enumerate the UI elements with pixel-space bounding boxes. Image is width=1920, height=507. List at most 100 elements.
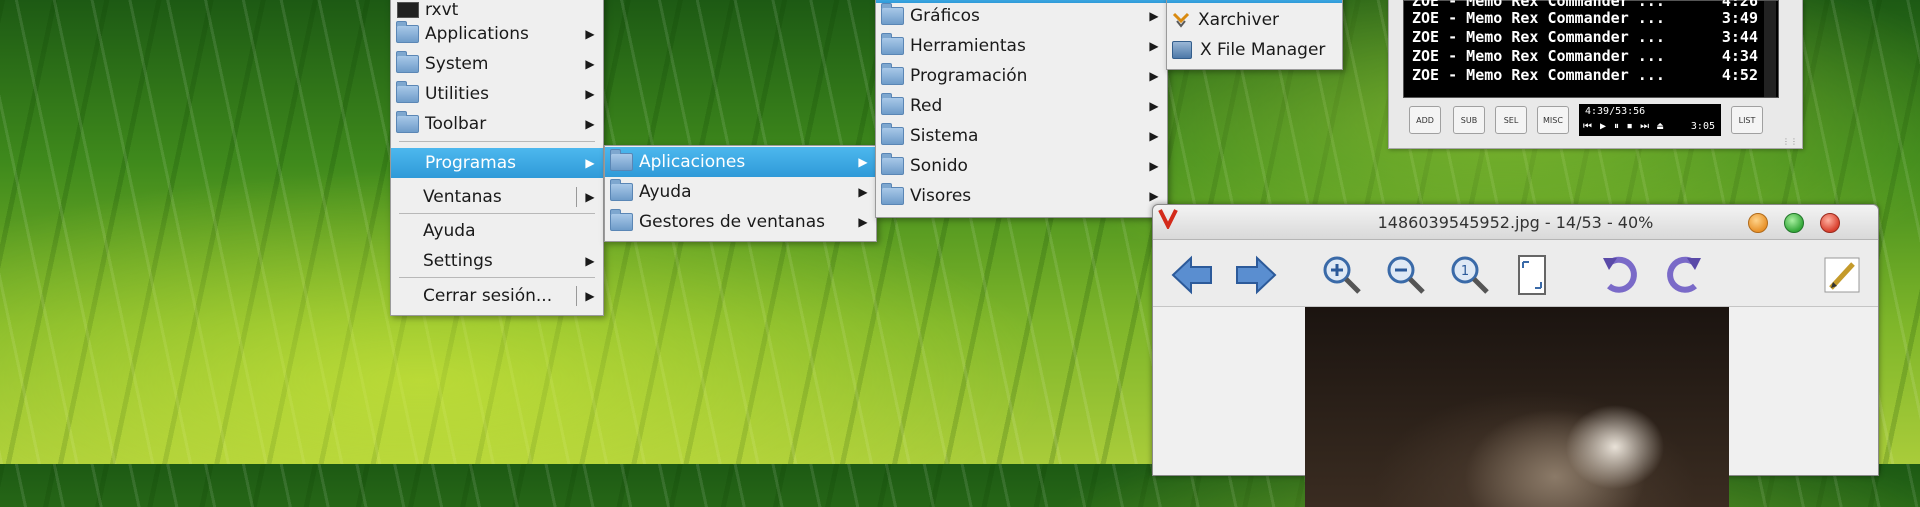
menu-item-settings[interactable]: Settings ▶ <box>391 246 603 276</box>
menu-item-label: Applications <box>425 24 529 44</box>
track-title: ZOE - Memo Rex Commander ... <box>1412 47 1665 65</box>
add-button[interactable]: ADD <box>1409 106 1441 134</box>
list-button[interactable]: LIST <box>1731 106 1763 134</box>
transport-controls[interactable]: ⏮ ▶ ⏸ ⏹ ⏭ ⏏ <box>1583 121 1664 132</box>
menu-item-ayuda-sub[interactable]: Ayuda ▶ <box>605 177 876 207</box>
audio-player: ZOE - Memo Rex Commander ... 4:26 ZOE - M… <box>1388 0 1803 149</box>
menu-item-red[interactable]: Red ▶ <box>876 91 1167 121</box>
zoom-in-icon[interactable] <box>1319 252 1365 298</box>
menu-separator <box>576 187 577 207</box>
root-menu: rxvt Applications ▶ System ▶ Utilities ▶… <box>390 0 604 316</box>
submenu-arrow-icon: ▶ <box>585 27 595 41</box>
folder-icon <box>610 209 633 231</box>
menu-item-label: Sonido <box>910 156 968 176</box>
menu-item-programas[interactable]: Programas ▶ <box>391 148 603 178</box>
sel-button[interactable]: SEL <box>1495 106 1527 134</box>
rotate-right-icon[interactable] <box>1661 252 1707 298</box>
menu-item-hidden-top[interactable] <box>1167 0 1342 3</box>
menu-item-gestores[interactable]: Gestores de ventanas ▶ <box>605 207 876 237</box>
menu-item-visores[interactable]: Visores ▶ <box>876 181 1167 211</box>
menu-item-aplicaciones[interactable]: Aplicaciones ▶ <box>605 147 876 177</box>
sub-button[interactable]: SUB <box>1453 106 1485 134</box>
menu-item-label: Sistema <box>910 126 979 146</box>
menu-item-label: System <box>425 54 489 74</box>
menu-item-label: Toolbar <box>425 114 487 134</box>
track-duration: 3:49 <box>1721 9 1758 27</box>
zoom-original-icon[interactable]: 1 <box>1447 252 1493 298</box>
menu-item-ayuda[interactable]: Ayuda <box>391 216 603 246</box>
playlist: ZOE - Memo Rex Commander ... 4:26 ZOE - M… <box>1403 0 1779 98</box>
menu-item-graficos[interactable]: Gráficos ▶ <box>876 1 1167 31</box>
maximize-button[interactable] <box>1784 213 1804 233</box>
menu-separator <box>576 286 577 306</box>
track-duration: 3:44 <box>1721 28 1758 46</box>
folder-icon <box>610 149 633 171</box>
menu-item-sistema[interactable]: Sistema ▶ <box>876 121 1167 151</box>
image-canvas[interactable] <box>1153 307 1878 507</box>
menu-item-x-file-manager[interactable]: X File Manager <box>1167 35 1342 65</box>
menu-item-ventanas[interactable]: Ventanas ▶ <box>391 182 603 212</box>
rotate-left-icon[interactable] <box>1597 252 1643 298</box>
track-duration: 4:34 <box>1721 47 1758 65</box>
submenu-arrow-icon: ▶ <box>858 215 868 229</box>
displayed-photo <box>1305 307 1729 507</box>
submenu-arrow-icon: ▶ <box>585 156 595 170</box>
zoom-out-icon[interactable] <box>1383 252 1429 298</box>
menu-item-label: Programación <box>910 66 1028 86</box>
edit-pen-icon[interactable] <box>1819 252 1865 298</box>
folder-icon <box>396 21 419 43</box>
menu-divider <box>399 277 595 278</box>
menu-item-xarchiver[interactable]: Xarchiver <box>1167 5 1342 35</box>
menu-item-label: Cerrar sesión... <box>423 286 553 306</box>
menu-item-applications[interactable]: Applications ▶ <box>391 19 603 49</box>
menu-item-toolbar[interactable]: Toolbar ▶ <box>391 109 603 139</box>
menu-item-label: Ayuda <box>639 182 692 202</box>
submenu-arrow-icon: ▶ <box>1149 189 1159 203</box>
forward-arrow-icon[interactable] <box>1233 252 1279 298</box>
aplicaciones-submenu: Gráficos ▶ Herramientas ▶ Programación ▶… <box>875 0 1168 218</box>
menu-item-label: X File Manager <box>1200 40 1326 60</box>
submenu-arrow-icon: ▶ <box>858 185 868 199</box>
current-time: 3:05 <box>1690 121 1715 132</box>
playlist-row[interactable]: ZOE - Memo Rex Commander ... 4:52 <box>1412 66 1758 85</box>
submenu-arrow-icon: ▶ <box>1149 159 1159 173</box>
menu-item-programacion[interactable]: Programación ▶ <box>876 61 1167 91</box>
playlist-row[interactable]: ZOE - Memo Rex Commander ... 3:49 <box>1412 9 1758 28</box>
back-arrow-icon[interactable] <box>1169 252 1215 298</box>
close-button[interactable] <box>1820 213 1840 233</box>
menu-item-herramientas[interactable]: Herramientas ▶ <box>876 31 1167 61</box>
menu-item-sonido[interactable]: Sonido ▶ <box>876 151 1167 181</box>
menu-item-label: Visores <box>910 186 972 206</box>
folder-icon <box>881 3 904 25</box>
menu-item-system[interactable]: System ▶ <box>391 49 603 79</box>
resize-grip-icon[interactable]: ⋮⋮ <box>1782 137 1798 146</box>
menu-item-label: Aplicaciones <box>639 152 746 172</box>
playlist-scrollbar[interactable] <box>1764 1 1776 97</box>
submenu-arrow-icon: ▶ <box>585 57 595 71</box>
submenu-arrow-icon: ▶ <box>1149 129 1159 143</box>
submenu-arrow-icon: ▶ <box>585 190 595 204</box>
svg-text:1: 1 <box>1461 264 1469 279</box>
track-title: ZOE - Memo Rex Commander ... <box>1412 66 1665 84</box>
minimize-button[interactable] <box>1748 213 1768 233</box>
window-titlebar[interactable]: 1486039545952.jpg - 14/53 - 40% <box>1153 205 1878 240</box>
menu-item-label: Programas <box>425 153 517 173</box>
menu-item-label: Ventanas <box>423 187 502 207</box>
submenu-arrow-icon: ▶ <box>1149 9 1159 23</box>
playlist-row[interactable]: ZOE - Memo Rex Commander ... 3:44 <box>1412 28 1758 47</box>
menu-item-cerrar-sesion[interactable]: Cerrar sesión... ▶ <box>391 281 603 311</box>
folder-icon <box>610 179 633 201</box>
menu-item-label: Gestores de ventanas <box>639 212 825 232</box>
playlist-row[interactable]: ZOE - Memo Rex Commander ... 4:34 <box>1412 47 1758 66</box>
file-manager-icon <box>1172 41 1192 59</box>
submenu-arrow-icon: ▶ <box>585 254 595 268</box>
menu-item-utilities[interactable]: Utilities ▶ <box>391 79 603 109</box>
submenu-arrow-icon: ▶ <box>858 155 868 169</box>
submenu-arrow-icon: ▶ <box>1149 69 1159 83</box>
time-elapsed-total: 4:39/53:56 <box>1585 106 1646 117</box>
submenu-arrow-icon: ▶ <box>585 289 595 303</box>
menu-divider <box>399 213 595 214</box>
misc-button[interactable]: MISC <box>1537 106 1569 134</box>
fit-page-icon[interactable] <box>1509 252 1555 298</box>
menu-item-label: Herramientas <box>910 36 1026 56</box>
